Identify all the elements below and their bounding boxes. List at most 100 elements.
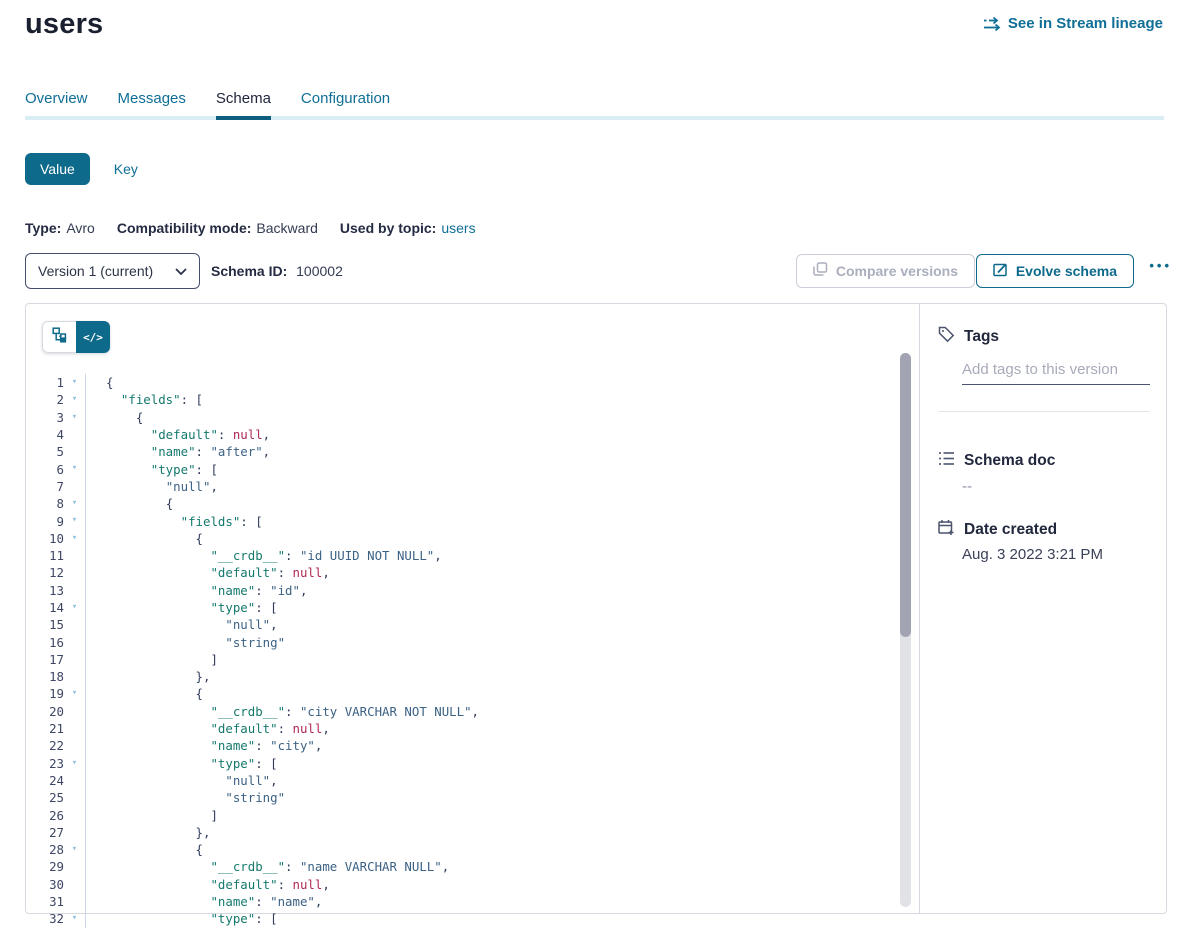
line-number: 30 [26,877,64,892]
code-scrollbar-thumb[interactable] [900,353,911,637]
collapse-caret-icon[interactable]: ▾ [64,495,85,512]
code-token: "null" [225,773,270,788]
tree-view-icon [52,327,68,348]
code-line: 13 "name": "id", [26,582,886,599]
collapse-caret-icon[interactable]: ▾ [64,841,85,858]
chevron-down-icon [175,263,187,279]
line-number: 1 [26,375,64,390]
code-token: }, [196,825,211,840]
code-token: "fields" [181,514,241,529]
code-token: "fields" [121,392,181,407]
code-token: , [300,583,307,598]
code-text: "string" [85,633,285,650]
code-token: "type" [210,756,255,771]
code-token: , [315,894,322,909]
line-number: 16 [26,635,64,650]
collapse-caret-icon[interactable]: ▾ [64,409,85,426]
tree-view-button[interactable] [42,321,76,353]
code-token: null [233,427,263,442]
line-number: 26 [26,808,64,823]
line-number: 32 [26,911,64,926]
code-token: "name" [151,444,196,459]
code-token: "id UUID NOT NULL" [300,548,434,563]
collapse-caret-icon[interactable]: ▾ [64,512,85,529]
code-token: , [442,859,449,874]
evolve-schema-button[interactable]: Evolve schema [976,254,1134,288]
key-tab-button[interactable]: Key [114,161,138,177]
tab-configuration[interactable]: Configuration [301,90,390,120]
code-token: "type" [210,600,255,615]
code-line: 26 ] [26,806,886,823]
line-number: 12 [26,565,64,580]
collapse-caret-icon[interactable]: ▾ [64,599,85,616]
code-line: 29 "__crdb__": "name VARCHAR NULL", [26,858,886,875]
tags-heading-label: Tags [964,328,999,346]
line-number: 8 [26,496,64,511]
code-line: 19▾ { [26,685,886,702]
line-number: 19 [26,686,64,701]
tab-schema[interactable]: Schema [216,90,271,120]
code-token: : [ [181,392,203,407]
line-number: 15 [26,617,64,632]
collapse-caret-icon[interactable]: ▾ [64,391,85,408]
collapse-caret-icon[interactable]: ▾ [64,910,85,927]
collapse-caret-icon[interactable]: ▾ [64,530,85,547]
collapse-caret-icon[interactable]: ▾ [64,374,85,391]
code-text: "__crdb__": "id UUID NOT NULL", [85,547,442,564]
code-token: "name" [270,894,315,909]
code-line: 28▾ { [26,841,886,858]
tab-overview[interactable]: Overview [25,90,88,120]
line-number: 23 [26,756,64,771]
code-token: "after" [210,444,262,459]
line-number: 4 [26,427,64,442]
code-token: : [278,565,293,580]
topic-link[interactable]: users [441,220,475,236]
code-scrollbar-track[interactable] [900,353,911,907]
code-token: "__crdb__" [210,548,285,563]
code-text: "null", [85,616,278,633]
code-line: 5 "name": "after", [26,443,886,460]
line-number: 7 [26,479,64,494]
code-token: { [196,842,203,857]
code-text: "__crdb__": "city VARCHAR NOT NULL", [85,703,479,720]
more-options-button[interactable]: ••• [1149,258,1172,273]
collapse-caret-icon[interactable]: ▾ [64,755,85,772]
compare-versions-button[interactable]: Compare versions [796,254,975,288]
line-number: 31 [26,894,64,909]
code-token: , [210,479,217,494]
schema-code-editor[interactable]: 1▾{2▾ "fields": [3▾ {4 "default": null,5… [26,374,886,928]
version-select[interactable]: Version 1 (current) [25,253,200,289]
date-created-value: Aug. 3 2022 3:21 PM [962,546,1103,563]
code-token: null [293,877,323,892]
stream-lineage-link[interactable]: See in Stream lineage [983,15,1163,32]
code-text: "__crdb__": "name VARCHAR NULL", [85,858,449,875]
schema-details-sidebar: Tags Schema doc -- Dat [919,304,1167,913]
code-token: , [322,721,329,736]
code-text: "type": [ [85,755,278,772]
tab-messages[interactable]: Messages [118,90,186,120]
schema-panel: </> 1▾{2▾ "fields": [3▾ {4 "default": nu… [25,303,1167,914]
code-token: : [285,704,300,719]
code-token: , [263,444,270,459]
code-text: "type": [ [85,910,278,927]
value-tab-button[interactable]: Value [25,153,90,185]
meta-item: Compatibility mode:Backward [117,220,318,236]
code-token: : [ [255,911,277,926]
add-tags-input[interactable] [962,359,1150,385]
line-number: 25 [26,790,64,805]
code-text: ] [85,806,218,823]
code-line: 22 "name": "city", [26,737,886,754]
line-number: 22 [26,738,64,753]
code-token: "city VARCHAR NOT NULL" [300,704,472,719]
code-text: "name": "after", [85,443,270,460]
code-line: 11 "__crdb__": "id UUID NOT NULL", [26,547,886,564]
schema-meta-row: Type:AvroCompatibility mode:BackwardUsed… [25,220,476,236]
code-view-button[interactable]: </> [76,321,110,353]
date-created-heading: Date created [938,519,1057,541]
code-token: ] [210,808,217,823]
code-text: "name": "name", [85,893,322,910]
line-number: 29 [26,859,64,874]
collapse-caret-icon[interactable]: ▾ [64,460,85,477]
collapse-caret-icon[interactable]: ▾ [64,685,85,702]
code-token: null [293,565,323,580]
